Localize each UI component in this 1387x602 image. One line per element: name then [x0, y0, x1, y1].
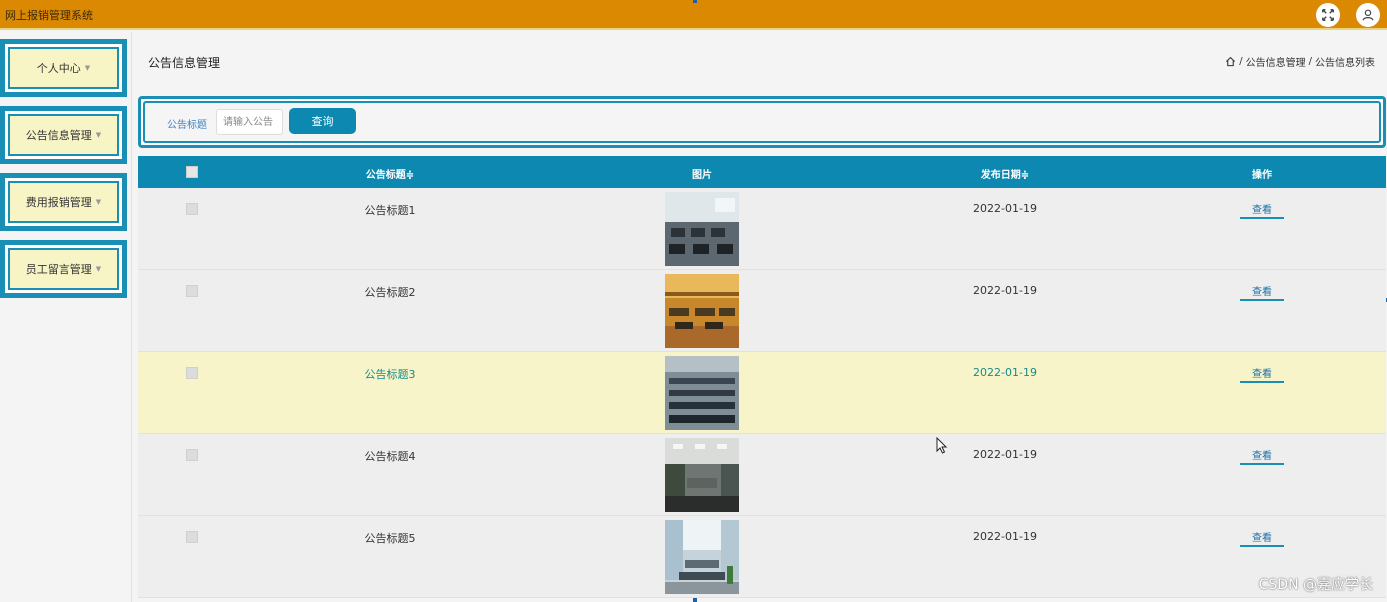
- breadcrumb: / 公告信息管理 / 公告信息列表: [1225, 54, 1375, 69]
- breadcrumb-level2: 公告信息列表: [1315, 58, 1375, 69]
- selection-handle: [693, 0, 697, 3]
- top-bar: 网上报销管理系统: [0, 0, 1387, 30]
- notice-date: 2022-01-19: [973, 530, 1037, 543]
- row-checkbox[interactable]: [186, 285, 198, 297]
- row-checkbox[interactable]: [186, 203, 198, 215]
- breadcrumb-separator: /: [1308, 56, 1312, 67]
- search-panel: 公告标题 查询: [138, 96, 1386, 148]
- caret-down-icon: ▼: [84, 64, 91, 72]
- sidebar-item-label: 个人中心: [36, 62, 81, 75]
- table-header: 公告标题≑ 图片 发布日期≑ 操作: [138, 156, 1386, 188]
- table-row: 公告标题2 2022-01-19 查看: [138, 270, 1386, 352]
- sidebar-item-personal-center[interactable]: 个人中心 ▼: [0, 39, 127, 97]
- column-header-action: 操作: [1252, 170, 1272, 181]
- app-title: 网上报销管理系统: [5, 9, 93, 22]
- breadcrumb-level1[interactable]: 公告信息管理: [1246, 54, 1306, 69]
- search-button[interactable]: 查询: [289, 108, 356, 134]
- table-row: 公告标题4 2022-01-19 查看: [138, 434, 1386, 516]
- sidebar-item-notice-management[interactable]: 公告信息管理 ▼: [0, 106, 127, 164]
- notice-image: [665, 356, 739, 430]
- selection-handle: [693, 598, 697, 602]
- home-icon[interactable]: [1225, 56, 1236, 67]
- fullscreen-icon[interactable]: [1316, 3, 1340, 27]
- user-icon[interactable]: [1356, 3, 1380, 27]
- view-button[interactable]: 查看: [1240, 446, 1284, 465]
- row-checkbox[interactable]: [186, 367, 198, 379]
- mouse-cursor-icon: [936, 437, 948, 454]
- column-header-image: 图片: [692, 170, 712, 181]
- caret-down-icon: ▼: [95, 198, 102, 206]
- notice-image: [665, 520, 739, 594]
- watermark: CSDN @嘉应学长: [1258, 577, 1373, 593]
- notice-date: 2022-01-19: [973, 202, 1037, 215]
- row-checkbox[interactable]: [186, 449, 198, 461]
- sidebar-item-label: 员工留言管理: [25, 263, 92, 276]
- sidebar-item-label: 公告信息管理: [25, 129, 92, 142]
- table-row: 公告标题1 2022-01-19 查看: [138, 188, 1386, 270]
- notice-image: [665, 274, 739, 348]
- caret-down-icon: ▼: [95, 131, 102, 139]
- notice-image: [665, 192, 739, 266]
- breadcrumb-separator: /: [1239, 56, 1243, 67]
- sidebar-item-message-management[interactable]: 员工留言管理 ▼: [0, 240, 127, 298]
- notice-image: [665, 438, 739, 512]
- caret-down-icon: ▼: [95, 265, 102, 273]
- search-input[interactable]: [216, 109, 283, 135]
- notice-date: 2022-01-19: [973, 284, 1037, 297]
- notice-title: 公告标题2: [364, 286, 416, 299]
- view-button[interactable]: 查看: [1240, 528, 1284, 547]
- page-title: 公告信息管理: [148, 56, 221, 70]
- notice-date: 2022-01-19: [973, 366, 1037, 379]
- sidebar-item-label: 费用报销管理: [25, 196, 92, 209]
- notice-title: 公告标题5: [364, 532, 416, 545]
- select-all-checkbox[interactable]: [186, 166, 198, 178]
- notice-title: 公告标题4: [364, 450, 416, 463]
- search-label: 公告标题: [167, 120, 207, 131]
- view-button[interactable]: 查看: [1240, 364, 1284, 383]
- notice-title: 公告标题3: [364, 368, 416, 381]
- column-header-title[interactable]: 公告标题≑: [366, 166, 414, 181]
- view-button[interactable]: 查看: [1240, 282, 1284, 301]
- row-checkbox[interactable]: [186, 531, 198, 543]
- notice-table: 公告标题≑ 图片 发布日期≑ 操作 公告标题1 2022-01-19 查看 公告…: [138, 156, 1386, 598]
- table-row: 公告标题5 2022-01-19 查看: [138, 516, 1386, 598]
- table-row: 公告标题3 2022-01-19 查看: [138, 352, 1386, 434]
- view-button[interactable]: 查看: [1240, 200, 1284, 219]
- notice-title: 公告标题1: [364, 204, 416, 217]
- sidebar-item-expense-management[interactable]: 费用报销管理 ▼: [0, 173, 127, 231]
- notice-date: 2022-01-19: [973, 448, 1037, 461]
- sidebar: 个人中心 ▼ 公告信息管理 ▼ 费用报销管理 ▼ 员工留言管理 ▼: [0, 32, 132, 602]
- column-header-date[interactable]: 发布日期≑: [981, 166, 1029, 181]
